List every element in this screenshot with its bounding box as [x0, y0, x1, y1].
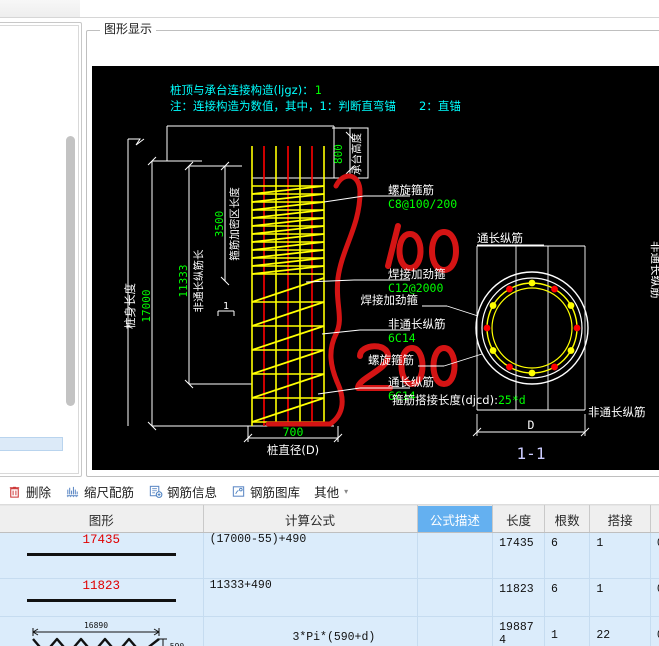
- svg-text:2：直锚: 2：直锚: [419, 99, 461, 113]
- svg-text:1-1: 1-1: [517, 444, 546, 463]
- svg-text:17000: 17000: [140, 289, 153, 322]
- cell-length[interactable]: 17435: [492, 532, 545, 579]
- col-loss[interactable]: 损耗(%): [650, 505, 659, 533]
- svg-text:通长纵筋: 通长纵筋: [477, 231, 523, 245]
- col-length[interactable]: 长度: [492, 505, 545, 533]
- rebar-library-label: 钢筋图库: [250, 485, 301, 500]
- svg-text:螺旋箍筋: 螺旋箍筋: [388, 183, 434, 197]
- delete-button[interactable]: 删除: [0, 478, 58, 505]
- straight-bar-graphic: [26, 599, 176, 602]
- cell-formula[interactable]: (17000-55)+490: [203, 532, 418, 579]
- svg-text:承台高度: 承台高度: [350, 133, 363, 175]
- spiral-bar-graphic: 16890: [32, 621, 185, 646]
- toolbar: 删除 缩尺配筋 钢筋信息 钢筋图库 其他 ▾: [0, 478, 659, 505]
- cell-formula-desc[interactable]: [417, 578, 494, 617]
- rebar-info-button[interactable]: 钢筋信息: [141, 478, 224, 505]
- col-shape[interactable]: 图形: [0, 505, 204, 533]
- cad-canvas[interactable]: 桩顶与承台连接构造(ljgz)： 1 注：连接构造为数值，其中，1：判断直弯锚 …: [92, 66, 659, 470]
- rebar-table[interactable]: 图形 计算公式 公式描述 长度 根数 搭接 损耗(%) 单重(k 17435 (…: [0, 505, 659, 646]
- cell-length[interactable]: 19887 4: [492, 616, 545, 646]
- cell-shape[interactable]: 17435: [0, 532, 204, 579]
- svg-text:C8@100/200: C8@100/200: [388, 197, 457, 211]
- svg-text:1: 1: [315, 83, 322, 97]
- straight-bar-graphic: [26, 553, 176, 556]
- shape-length-label: 11823: [82, 579, 121, 593]
- rebar-info-label: 钢筋信息: [167, 485, 218, 500]
- rebar-info-icon: [149, 485, 163, 498]
- scale-rebar-icon: [66, 486, 79, 497]
- length-line-1: 19887: [499, 621, 534, 634]
- chevron-down-icon: ▾: [344, 486, 349, 496]
- left-panel-scrollbar-thumb[interactable]: [66, 136, 75, 406]
- rebar-grid: 图形 计算公式 公式描述 长度 根数 搭接 损耗(%) 单重(k 17435 (…: [0, 505, 659, 646]
- rebar-library-icon: [232, 485, 245, 497]
- col-splice[interactable]: 搭接: [589, 505, 651, 533]
- shape-length-label: 17435: [82, 533, 121, 547]
- cell-loss[interactable]: 0: [650, 532, 659, 579]
- graphics-display-title: 图形显示: [100, 22, 157, 36]
- cell-splice[interactable]: 1: [589, 532, 651, 579]
- cell-loss[interactable]: 0: [650, 578, 659, 617]
- table-row[interactable]: 17435 (17000-55)+490 17435 6 1 0 21.096: [0, 532, 659, 579]
- rebar-library-button[interactable]: 钢筋图库: [224, 478, 307, 505]
- svg-text:螺旋箍筋: 螺旋箍筋: [368, 353, 414, 367]
- svg-text:通长纵筋: 通长纵筋: [388, 375, 434, 389]
- col-formula[interactable]: 计算公式: [203, 505, 418, 533]
- cell-splice[interactable]: 1: [589, 578, 651, 617]
- svg-text:非通长纵筋长: 非通长纵筋长: [192, 249, 205, 312]
- table-row[interactable]: 16890 3*Pi*(590+d) 19887 4 1 22: [0, 616, 659, 646]
- svg-text:桩身长度: 桩身长度: [123, 283, 137, 329]
- svg-text:注：连接构造为数值，其中，1：判断直弯锚: 注：连接构造为数值，其中，1：判断直弯锚: [170, 99, 396, 113]
- table-header-row: 图形 计算公式 公式描述 长度 根数 搭接 损耗(%) 单重(k: [0, 505, 659, 533]
- formula-line-1: 3*Pi*(590+d): [292, 631, 376, 644]
- scale-rebar-button[interactable]: 缩尺配筋: [58, 478, 141, 505]
- length-line-2: 4: [499, 634, 507, 646]
- svg-text:11333: 11333: [177, 264, 190, 297]
- cell-length[interactable]: 11823: [492, 578, 545, 617]
- svg-text:非通长纵筋: 非通长纵筋: [588, 405, 646, 419]
- cell-splice[interactable]: 22: [589, 616, 651, 646]
- cell-shape[interactable]: 11823: [0, 578, 204, 617]
- application-window: 图形显示 桩顶与承台连接构造(ljgz)： 1 注：连接构造为数值，其中，1：判…: [0, 0, 659, 646]
- cell-shape[interactable]: 16890: [0, 616, 204, 646]
- scale-rebar-label: 缩尺配筋: [84, 485, 135, 500]
- svg-text:D: D: [528, 418, 535, 432]
- svg-text:3500: 3500: [213, 211, 226, 238]
- svg-text:16890: 16890: [84, 621, 108, 630]
- other-label: 其他: [314, 485, 340, 500]
- svg-text:700: 700: [283, 425, 304, 439]
- svg-text:焊接加劲箍: 焊接加劲箍: [361, 293, 419, 307]
- svg-text:6C14: 6C14: [388, 389, 416, 403]
- table-row[interactable]: 11823 11333+490 11823 6 1 0 14.306: [0, 578, 659, 617]
- svg-text:非通长纵筋: 非通长纵筋: [649, 241, 659, 299]
- svg-text:1: 1: [223, 301, 229, 312]
- cell-count[interactable]: 6: [544, 578, 591, 617]
- svg-text:桩直径(D): 桩直径(D): [267, 443, 319, 457]
- svg-text:800: 800: [332, 144, 345, 164]
- svg-text:桩顶与承台连接构造(ljgz)：: 桩顶与承台连接构造(ljgz)：: [170, 83, 314, 97]
- col-count[interactable]: 根数: [544, 505, 591, 533]
- svg-text:590: 590: [170, 642, 185, 646]
- svg-text:箍筋加密区长度: 箍筋加密区长度: [228, 187, 241, 261]
- cell-formula[interactable]: 3*Pi*(590+d) +Pow((( /( /Pi*(590+: [203, 616, 418, 646]
- svg-text:6C14: 6C14: [388, 331, 416, 345]
- col-formula-desc[interactable]: 公式描述: [417, 505, 494, 533]
- svg-text:非通长纵筋: 非通长纵筋: [388, 317, 446, 331]
- cad-drawing: 桩顶与承台连接构造(ljgz)： 1 注：连接构造为数值，其中，1：判断直弯锚 …: [92, 66, 659, 470]
- left-panel-selected-row[interactable]: [0, 437, 63, 451]
- cell-count[interactable]: 6: [544, 532, 591, 579]
- left-panel: [0, 22, 82, 477]
- cell-formula-desc[interactable]: [417, 532, 494, 579]
- top-strip-right: [80, 0, 659, 18]
- cell-formula[interactable]: 11333+490: [203, 578, 418, 617]
- delete-label: 删除: [26, 485, 52, 500]
- trash-icon: [9, 486, 20, 498]
- left-panel-inner: [0, 25, 79, 474]
- cell-count[interactable]: 1: [544, 616, 591, 646]
- cell-loss[interactable]: 0: [650, 616, 659, 646]
- cell-formula-desc[interactable]: [417, 616, 494, 646]
- svg-text:焊接加劲箍: 焊接加劲箍: [388, 267, 446, 281]
- other-button[interactable]: 其他 ▾: [307, 478, 355, 505]
